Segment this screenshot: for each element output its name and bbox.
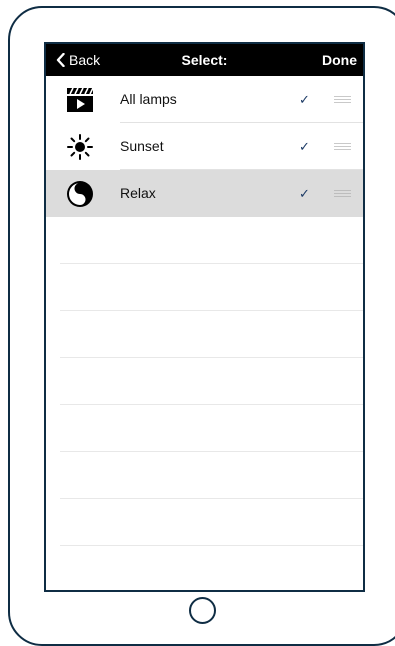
list-item-label: Relax: [120, 185, 156, 201]
app-screen: Back Select: Done All lamps ✓ Sunset ✓ R…: [44, 42, 365, 592]
list-item-all-lamps[interactable]: All lamps ✓: [46, 76, 363, 123]
list-item-label: All lamps: [120, 91, 177, 107]
back-label: Back: [69, 52, 101, 68]
checkmark-icon: ✓: [299, 139, 310, 154]
clapperboard-icon: [66, 86, 94, 114]
list-item-label: Sunset: [120, 138, 164, 154]
drag-handle-icon[interactable]: [334, 190, 351, 197]
empty-row: [46, 405, 363, 452]
chevron-left-icon: [56, 53, 65, 67]
done-button[interactable]: Done: [322, 44, 357, 76]
sun-icon: [66, 133, 94, 161]
empty-row: [46, 217, 363, 264]
back-button[interactable]: Back: [56, 44, 100, 76]
empty-row: [46, 264, 363, 311]
yin-yang-icon: [66, 180, 94, 208]
home-button[interactable]: [189, 597, 216, 624]
empty-row: [46, 499, 363, 546]
list-item-sunset[interactable]: Sunset ✓: [46, 123, 363, 170]
drag-handle-icon[interactable]: [334, 96, 351, 103]
list-item-relax[interactable]: Relax ✓: [46, 170, 363, 217]
checkmark-icon: ✓: [299, 92, 310, 107]
empty-row: [46, 358, 363, 405]
navigation-bar: Back Select: Done: [46, 44, 363, 76]
scene-list: All lamps ✓ Sunset ✓ Relax ✓: [46, 76, 363, 546]
drag-handle-icon[interactable]: [334, 143, 351, 150]
empty-row: [46, 311, 363, 358]
row-divider: [60, 545, 363, 546]
empty-row: [46, 452, 363, 499]
checkmark-icon: ✓: [299, 186, 310, 201]
